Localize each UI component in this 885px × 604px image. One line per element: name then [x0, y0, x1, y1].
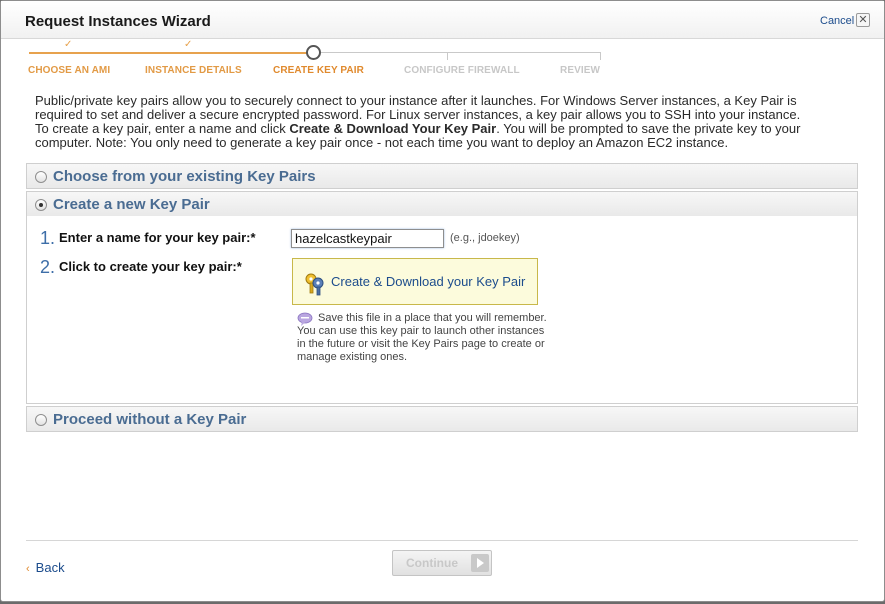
proceed-without-key-pair-radio[interactable]: [35, 414, 47, 426]
create-new-key-pair-radio[interactable]: [35, 199, 47, 211]
step-create-key-pair: CREATE KEY PAIR: [273, 65, 364, 76]
continue-button[interactable]: Continue: [392, 550, 492, 576]
create-download-key-pair-button[interactable]: Create & Download your Key Pair: [292, 258, 538, 305]
key-pair-name-input[interactable]: [291, 229, 444, 248]
check-icon: ✓: [64, 39, 73, 50]
back-link[interactable]: ‹ Back: [26, 560, 65, 575]
option-create-new-key-pair[interactable]: Create a new Key Pair: [26, 191, 858, 217]
description-line: To create a key pair, enter a name and c…: [35, 122, 855, 136]
continue-label: Continue: [406, 556, 458, 570]
step-tick: [447, 52, 448, 60]
keys-icon: [305, 273, 324, 296]
progress-line-remaining: [319, 52, 601, 53]
footer-divider: [26, 540, 858, 541]
step-choose-ami[interactable]: CHOOSE AN AMI: [28, 65, 110, 76]
description-line: computer. Note: You only need to generat…: [35, 135, 729, 150]
arrow-right-icon: [471, 554, 489, 572]
create-button-label: Create & Download your Key Pair: [331, 274, 526, 289]
description-line: required to set and deliver a secure enc…: [35, 107, 801, 122]
option-label: Choose from your existing Key Pairs: [53, 168, 316, 185]
wizard-steps: ✓ ✓ CHOOSE AN AMI INSTANCE DETAILS CREAT…: [1, 39, 884, 84]
create-key-pair-label: Click to create your key pair:*: [59, 259, 242, 274]
description-emphasis: Create & Download Your Key Pair: [289, 121, 497, 136]
option-existing-key-pairs[interactable]: Choose from your existing Key Pairs: [26, 163, 858, 189]
description-fragment: To create a key pair, enter a name and c…: [35, 121, 290, 136]
description-fragment: . You will be prompted to save the priva…: [496, 121, 801, 136]
save-file-info: Save this file in a place that you will …: [297, 312, 547, 363]
step-number: 2.: [40, 257, 56, 277]
check-icon: ✓: [184, 39, 193, 50]
chevron-left-icon: ‹: [26, 563, 30, 575]
description-text: Public/private key pairs allow you to se…: [35, 94, 855, 150]
step-instance-details[interactable]: INSTANCE DETAILS: [145, 65, 242, 76]
key-pair-name-label: Enter a name for your key pair:*: [59, 230, 256, 245]
current-step-marker: [306, 45, 321, 60]
wizard-dialog: Request Instances Wizard Cancel ✕ ✓ ✓ CH…: [0, 0, 885, 602]
step-configure-firewall: CONFIGURE FIREWALL: [404, 65, 520, 76]
option-label: Create a new Key Pair: [53, 196, 210, 213]
back-label: Back: [35, 560, 65, 575]
title-bar: Request Instances Wizard Cancel ✕: [1, 1, 884, 39]
step-tick: [600, 52, 601, 60]
close-icon[interactable]: ✕: [856, 13, 870, 27]
cancel-link[interactable]: Cancel: [820, 15, 854, 27]
step-review: REVIEW: [560, 65, 601, 76]
progress-line-done: [29, 52, 307, 54]
step-number: 1.: [40, 228, 56, 248]
existing-key-pair-radio[interactable]: [35, 171, 47, 183]
option-label: Proceed without a Key Pair: [53, 411, 247, 428]
option-proceed-without-key-pair[interactable]: Proceed without a Key Pair: [26, 406, 858, 432]
key-pair-name-hint: (e.g., jdoekey): [450, 232, 520, 244]
wizard-title: Request Instances Wizard: [25, 13, 211, 30]
description-line: Public/private key pairs allow you to se…: [35, 93, 797, 108]
